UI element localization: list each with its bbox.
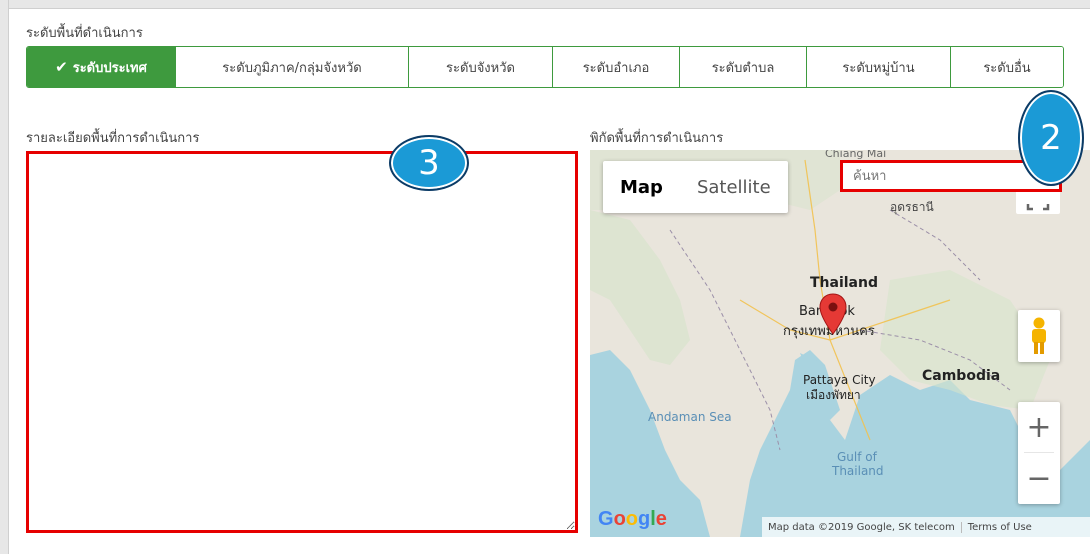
map-type-control: Map Satellite (603, 161, 788, 213)
details-textarea-frame (26, 151, 578, 533)
map-place-andaman-sea: Andaman Sea (648, 410, 732, 424)
map-type-satellite-button[interactable]: Satellite (680, 161, 788, 213)
map-footer: Map data ©2019 Google, SK telecom Terms … (762, 517, 1090, 537)
window-frame-top (0, 0, 1090, 9)
map-type-map-button[interactable]: Map (603, 161, 680, 213)
level-province-button[interactable]: ระดับจังหวัด (408, 47, 552, 87)
check-icon: ✔ (55, 58, 68, 76)
zoom-in-button[interactable]: + (1018, 402, 1060, 452)
level-subdistrict-button[interactable]: ระดับตำบล (679, 47, 806, 87)
street-view-button[interactable] (1018, 310, 1060, 362)
zoom-control: + − (1018, 402, 1060, 504)
terms-of-use-link[interactable]: Terms of Use (960, 521, 1038, 533)
zoom-out-button[interactable]: − (1018, 453, 1060, 503)
details-label: รายละเอียดพื้นที่การดำเนินการ (26, 131, 200, 146)
map-place-pattaya-th: เมืองพัทยา (806, 388, 861, 402)
level-region-button[interactable]: ระดับภูมิภาค/กลุ่มจังหวัด (175, 47, 408, 87)
map-place-thailand: Thailand (810, 275, 878, 291)
area-level-label: ระดับพื้นที่ดำเนินการ (26, 26, 143, 41)
map-place-gulf-line2: Thailand (832, 464, 884, 478)
map-view[interactable]: Chiang Mai อุดรธานี Thailand Bangkok กรุ… (590, 150, 1090, 537)
map-place-cambodia: Cambodia (922, 368, 1001, 384)
window-frame-left (0, 0, 9, 554)
map-label: พิกัดพื้นที่การดำเนินการ (590, 131, 724, 146)
google-logo: Google (598, 508, 667, 530)
pegman-icon (1032, 317, 1046, 354)
area-level-selector: ✔ ระดับประเทศ ระดับภูมิภาค/กลุ่มจังหวัด … (26, 46, 1064, 88)
level-other-button[interactable]: ระดับอื่น (950, 47, 1063, 87)
level-country-label: ระดับประเทศ (72, 60, 147, 76)
callout-badge-3: 3 (389, 135, 469, 191)
callout-badge-2: 2 (1018, 90, 1084, 186)
map-place-pattaya-en: Pattaya City (803, 373, 876, 387)
map-place-chiang-mai: Chiang Mai (825, 150, 887, 160)
map-attribution: Map data ©2019 Google, SK telecom (768, 521, 955, 533)
level-country-button[interactable]: ✔ ระดับประเทศ (27, 47, 175, 87)
map-place-gulf-line1: Gulf of (837, 450, 877, 464)
map-place-udon: อุดรธานี (890, 200, 934, 214)
details-textarea[interactable] (29, 154, 575, 530)
map-marker-icon[interactable] (818, 292, 848, 336)
level-district-button[interactable]: ระดับอำเภอ (552, 47, 679, 87)
level-village-button[interactable]: ระดับหมู่บ้าน (806, 47, 950, 87)
